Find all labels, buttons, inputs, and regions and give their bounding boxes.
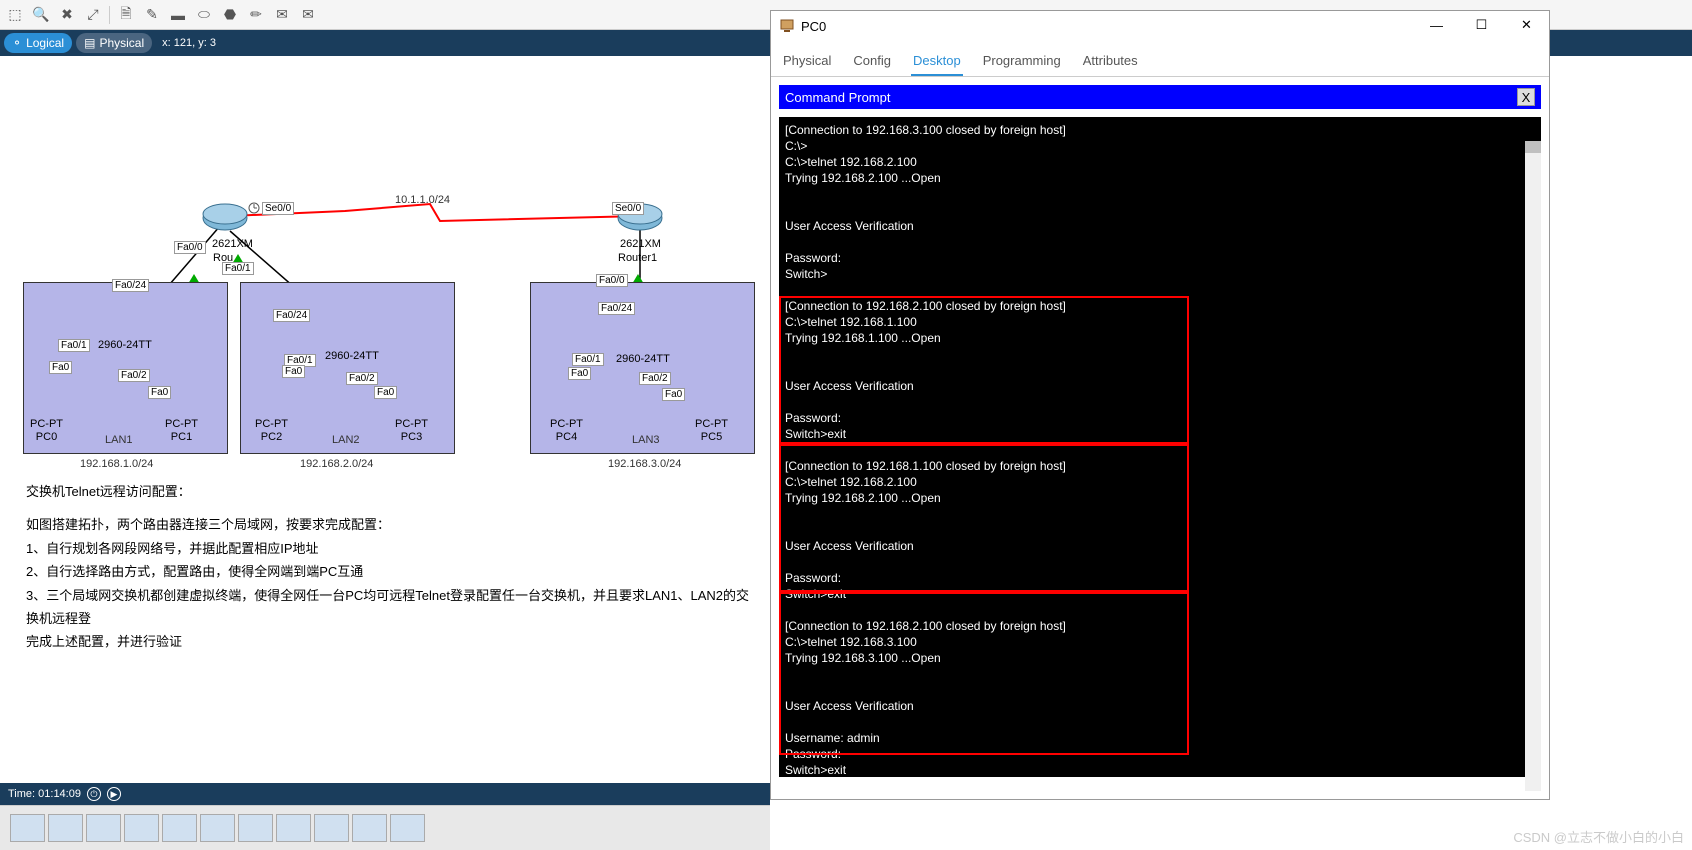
pc4-label: PC-PT PC4 [550, 418, 583, 444]
pc2-label: PC-PT PC2 [255, 418, 288, 444]
desc-body: 如图搭建拓扑，两个路由器连接三个局域网，按要求完成配置： 1、自行规划各网段网络… [26, 513, 756, 653]
time-label: Time: 01:14:09 [8, 788, 81, 800]
scroll-thumb[interactable] [1525, 141, 1541, 153]
play-icon[interactable]: ▶ [107, 787, 121, 801]
tab-desktop[interactable]: Desktop [911, 49, 963, 76]
pc2-fa0: Fa0 [282, 365, 305, 378]
pc-app-icon [779, 18, 795, 34]
router0-icon [203, 204, 247, 230]
terminal[interactable]: [Connection to 192.168.3.100 closed by f… [779, 117, 1541, 777]
mail-icon[interactable]: ✉ [272, 5, 292, 25]
r0-model: 2621XM [212, 238, 253, 251]
cmd-title: Command Prompt [785, 90, 890, 105]
device-item[interactable] [352, 814, 387, 842]
select-icon[interactable]: ⬚ [5, 5, 25, 25]
r0-name: Rou [213, 252, 233, 265]
device-item[interactable] [48, 814, 83, 842]
sw1-model: 2960-24TT [325, 350, 379, 363]
logical-mode-button[interactable]: ⚬ Logical [4, 33, 72, 53]
lan3-label: LAN3 [632, 434, 660, 446]
description-text: 交换机Telnet远程访问配置： 如图搭建拓扑，两个路由器连接三个局域网，按要求… [26, 480, 756, 654]
pc5-fa0: Fa0 [662, 388, 685, 401]
minimize-button[interactable]: — [1414, 11, 1459, 39]
net3-label: 192.168.3.0/24 [608, 458, 681, 470]
pencil-icon[interactable]: ✎ [142, 5, 162, 25]
physical-mode-button[interactable]: ▤ Physical [76, 33, 152, 53]
sw2-r: Fa0/2 [639, 372, 671, 385]
resize-icon[interactable]: ⤢ [83, 5, 103, 25]
delete-icon[interactable]: ✖ [57, 5, 77, 25]
maximize-button[interactable]: ☐ [1459, 11, 1504, 39]
device-item[interactable] [314, 814, 349, 842]
sw0-up: Fa0/24 [112, 279, 149, 292]
serial-net-label: 10.1.1.0/24 [395, 194, 450, 206]
r0-fa0-label: Fa0/0 [174, 241, 206, 254]
pc0-title-text: PC0 [801, 19, 826, 34]
lan2-label: LAN2 [332, 434, 360, 446]
sw0-r: Fa0/2 [118, 369, 150, 382]
status-bar: Time: 01:14:09 ⏻ ▶ [0, 783, 770, 805]
device-item[interactable] [200, 814, 235, 842]
tab-config[interactable]: Config [851, 49, 893, 76]
logical-icon: ⚬ [12, 36, 22, 50]
lan1-label: LAN1 [105, 434, 133, 446]
power-icon[interactable]: ⏻ [87, 787, 101, 801]
watermark: CSDN @立志不做小白的小白 [1513, 827, 1684, 846]
rect-icon[interactable]: ▬ [168, 5, 188, 25]
physical-label: Physical [99, 36, 144, 50]
sw1-up: Fa0/24 [273, 309, 310, 322]
physical-icon: ▤ [84, 36, 95, 50]
device-item[interactable] [238, 814, 273, 842]
device-item[interactable] [10, 814, 45, 842]
r1-name: Router1 [618, 252, 657, 265]
device-item[interactable] [124, 814, 159, 842]
device-bar [0, 805, 770, 850]
tab-attributes[interactable]: Attributes [1081, 49, 1140, 76]
oval-icon[interactable]: ⬭ [194, 5, 214, 25]
sw0-l: Fa0/1 [58, 339, 90, 352]
device-item[interactable] [162, 814, 197, 842]
pc3-fa0: Fa0 [374, 386, 397, 399]
pc1-label: PC-PT PC1 [165, 418, 198, 444]
cmd-close-button[interactable]: X [1517, 88, 1535, 106]
device-item[interactable] [276, 814, 311, 842]
pc-tabs: Physical Config Desktop Programming Attr… [771, 41, 1549, 77]
pc0-label: PC-PT PC0 [30, 418, 63, 444]
pc0-fa0: Fa0 [49, 361, 72, 374]
poly-icon[interactable]: ⬣ [220, 5, 240, 25]
sw0-model: 2960-24TT [98, 339, 152, 352]
r0-se-label: Se0/0 [262, 202, 294, 215]
pc0-window: PC0 — ☐ ✕ Physical Config Desktop Progra… [770, 10, 1550, 800]
text-icon[interactable]: ✏ [246, 5, 266, 25]
r1-se-label: Se0/0 [612, 202, 644, 215]
cmd-prompt-header: Command Prompt X [779, 85, 1541, 109]
terminal-scrollbar[interactable] [1525, 141, 1541, 791]
logical-label: Logical [26, 36, 64, 50]
pc5-label: PC-PT PC5 [695, 418, 728, 444]
r1-fa0-label: Fa0/0 [596, 274, 628, 287]
terminal-text: [Connection to 192.168.3.100 closed by f… [785, 123, 1066, 777]
tab-programming[interactable]: Programming [981, 49, 1063, 76]
coordinates: x: 121, y: 3 [162, 37, 216, 49]
note-icon[interactable]: 🗎 [116, 5, 136, 25]
tab-physical[interactable]: Physical [781, 49, 833, 76]
pc3-label: PC-PT PC3 [395, 418, 428, 444]
pc1-fa0: Fa0 [148, 386, 171, 399]
sw2-l: Fa0/1 [572, 353, 604, 366]
r1-model: 2621XM [620, 238, 661, 251]
zoom-icon[interactable]: 🔍 [31, 5, 51, 25]
sw1-r: Fa0/2 [346, 372, 378, 385]
sw2-up: Fa0/24 [598, 302, 635, 315]
desc-title: 交换机Telnet远程访问配置： [26, 480, 756, 503]
net2-label: 192.168.2.0/24 [300, 458, 373, 470]
pc4-fa0: Fa0 [568, 367, 591, 380]
net1-label: 192.168.1.0/24 [80, 458, 153, 470]
sw2-model: 2960-24TT [616, 353, 670, 366]
device-item[interactable] [390, 814, 425, 842]
device-item[interactable] [86, 814, 121, 842]
pc0-titlebar[interactable]: PC0 — ☐ ✕ [771, 11, 1549, 41]
close-button[interactable]: ✕ [1504, 11, 1549, 39]
env-icon[interactable]: ✉ [298, 5, 318, 25]
topology-workspace[interactable]: 10.1.1.0/24 Se0/0 Se0/0 Fa0/0 Fa0/1 Fa0/… [0, 56, 770, 736]
